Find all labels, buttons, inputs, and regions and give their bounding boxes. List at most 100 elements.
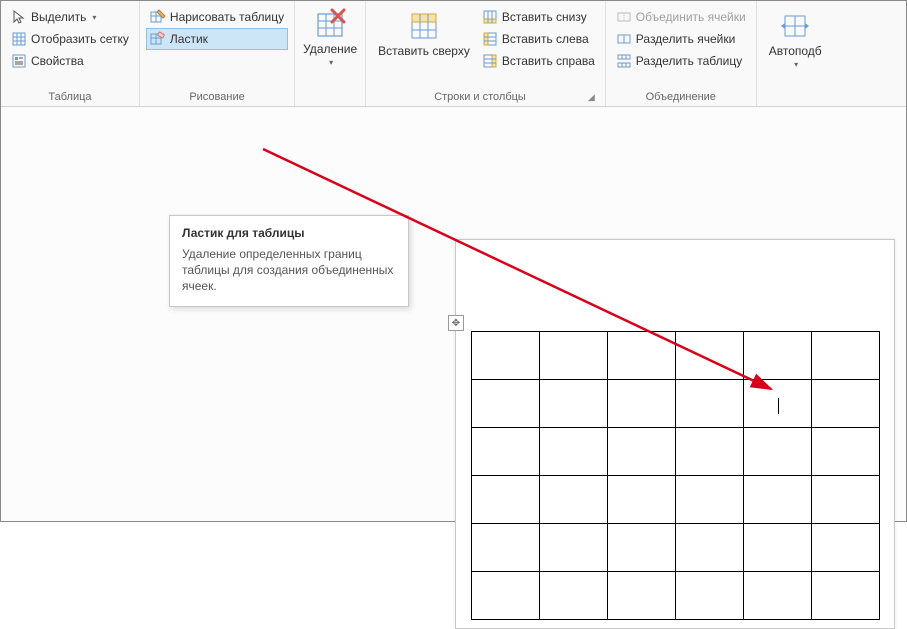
group-draw: Нарисовать таблицу Ластик Рисование bbox=[140, 1, 295, 106]
tooltip-title: Ластик для таблицы bbox=[182, 226, 396, 240]
table-cell[interactable] bbox=[812, 476, 880, 524]
group-delete: Удаление ▾ bbox=[295, 1, 366, 106]
group-merge-label: Объединение bbox=[612, 89, 750, 106]
insert-left-label: Вставить слева bbox=[502, 32, 589, 46]
dropdown-icon: ▾ bbox=[92, 13, 96, 22]
group-autofit: Автоподб ▾ bbox=[757, 1, 834, 106]
table-cell[interactable] bbox=[676, 524, 744, 572]
properties-button[interactable]: Свойства bbox=[7, 50, 133, 72]
table-row bbox=[472, 332, 880, 380]
split-table-button[interactable]: Разделить таблицу bbox=[612, 50, 750, 72]
table-row bbox=[472, 572, 880, 620]
insert-below-icon bbox=[482, 9, 498, 25]
delete-label: Удаление bbox=[303, 42, 357, 56]
table-row bbox=[472, 476, 880, 524]
merge-cells-icon bbox=[616, 9, 632, 25]
insert-above-label: Вставить сверху bbox=[378, 44, 470, 58]
properties-icon bbox=[11, 53, 27, 69]
insert-right-button[interactable]: Вставить справа bbox=[478, 50, 599, 72]
table-cell[interactable] bbox=[676, 476, 744, 524]
insert-above-button[interactable]: Вставить сверху bbox=[372, 6, 476, 89]
table-cell[interactable] bbox=[608, 332, 676, 380]
table-cell[interactable] bbox=[472, 476, 540, 524]
split-cells-icon bbox=[616, 31, 632, 47]
grid-icon bbox=[11, 31, 27, 47]
group-table: Выделить ▾ Отобразить сетку Свойства Таб… bbox=[1, 1, 140, 106]
table-cell[interactable] bbox=[540, 428, 608, 476]
table-cell[interactable] bbox=[608, 524, 676, 572]
table-cell[interactable] bbox=[744, 524, 812, 572]
table-cell[interactable] bbox=[540, 332, 608, 380]
document-area: Ластик для таблицы Удаление определенных… bbox=[1, 107, 906, 521]
tooltip-body: Удаление определенных границ таблицы для… bbox=[182, 246, 396, 294]
select-label: Выделить bbox=[31, 10, 86, 24]
table-cell[interactable] bbox=[608, 428, 676, 476]
split-cells-button[interactable]: Разделить ячейки bbox=[612, 28, 750, 50]
properties-label: Свойства bbox=[31, 54, 84, 68]
eraser-label: Ластик bbox=[170, 32, 208, 46]
delete-table-icon bbox=[314, 8, 346, 40]
dropdown-icon: ▾ bbox=[794, 60, 798, 69]
insert-right-label: Вставить справа bbox=[502, 54, 595, 68]
table-cell[interactable] bbox=[676, 332, 744, 380]
insert-right-icon bbox=[482, 53, 498, 69]
draw-table-button[interactable]: Нарисовать таблицу bbox=[146, 6, 288, 28]
table-cell[interactable] bbox=[744, 476, 812, 524]
group-table-label: Таблица bbox=[7, 89, 133, 106]
table-cell[interactable] bbox=[812, 332, 880, 380]
table-row bbox=[472, 524, 880, 572]
group-rows-cols-label: Строки и столбцы bbox=[372, 89, 588, 106]
table-cell[interactable] bbox=[812, 428, 880, 476]
table-cell[interactable] bbox=[608, 476, 676, 524]
table-cell[interactable] bbox=[608, 380, 676, 428]
table-row bbox=[472, 428, 880, 476]
table-cell[interactable] bbox=[540, 380, 608, 428]
eraser-button[interactable]: Ластик bbox=[146, 28, 288, 50]
table-cell[interactable] bbox=[676, 380, 744, 428]
table-cell[interactable] bbox=[812, 524, 880, 572]
group-draw-label: Рисование bbox=[146, 89, 288, 106]
table-move-handle-icon[interactable]: ✥ bbox=[448, 315, 464, 331]
insert-below-button[interactable]: Вставить снизу bbox=[478, 6, 599, 28]
table-cell[interactable] bbox=[540, 524, 608, 572]
delete-button[interactable]: Удаление ▾ bbox=[297, 4, 363, 67]
dropdown-icon: ▾ bbox=[329, 58, 333, 67]
show-grid-label: Отобразить сетку bbox=[31, 32, 129, 46]
table-cell[interactable] bbox=[472, 524, 540, 572]
table-cell[interactable] bbox=[744, 572, 812, 620]
text-cursor bbox=[778, 398, 779, 414]
group-rows-cols: Вставить сверху Вставить снизу Вставить … bbox=[366, 1, 606, 106]
insert-left-icon bbox=[482, 31, 498, 47]
table-cell[interactable] bbox=[472, 572, 540, 620]
table-cell[interactable] bbox=[744, 332, 812, 380]
show-grid-button[interactable]: Отобразить сетку bbox=[7, 28, 133, 50]
table-cell[interactable] bbox=[472, 332, 540, 380]
table-cell[interactable] bbox=[540, 476, 608, 524]
insert-left-button[interactable]: Вставить слева bbox=[478, 28, 599, 50]
table-cell[interactable] bbox=[540, 572, 608, 620]
ribbon: Выделить ▾ Отобразить сетку Свойства Таб… bbox=[1, 1, 906, 107]
draw-table-icon bbox=[150, 9, 166, 25]
table-cell[interactable] bbox=[608, 572, 676, 620]
merge-cells-label: Объединить ячейки bbox=[636, 10, 746, 24]
insert-below-label: Вставить снизу bbox=[502, 10, 587, 24]
table-cell[interactable] bbox=[744, 380, 812, 428]
table-cell[interactable] bbox=[472, 428, 540, 476]
autofit-label: Автоподб bbox=[769, 44, 822, 58]
cursor-icon bbox=[11, 9, 27, 25]
select-button[interactable]: Выделить ▾ bbox=[7, 6, 133, 28]
dialog-launcher-icon[interactable]: ◢ bbox=[588, 92, 599, 103]
table-cell[interactable] bbox=[744, 428, 812, 476]
autofit-icon bbox=[779, 10, 811, 42]
split-table-icon bbox=[616, 53, 632, 69]
table-cell[interactable] bbox=[676, 428, 744, 476]
table-cell[interactable] bbox=[472, 380, 540, 428]
table-cell[interactable] bbox=[676, 572, 744, 620]
autofit-button[interactable]: Автоподб ▾ bbox=[763, 6, 828, 69]
table-cell[interactable] bbox=[812, 380, 880, 428]
table-cell[interactable] bbox=[812, 572, 880, 620]
sample-table[interactable] bbox=[471, 331, 880, 620]
split-table-label: Разделить таблицу bbox=[636, 54, 742, 68]
group-merge: Объединить ячейки Разделить ячейки Разде… bbox=[606, 1, 757, 106]
table-row bbox=[472, 380, 880, 428]
